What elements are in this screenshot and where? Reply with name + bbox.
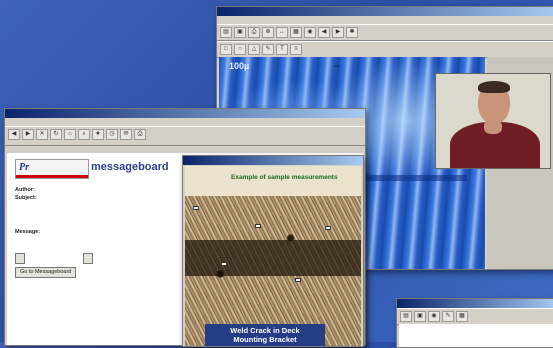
tool-icon[interactable]: ◉	[428, 311, 440, 322]
search-icon[interactable]: ⌕	[78, 129, 90, 140]
print-icon[interactable]: ⎙	[134, 129, 146, 140]
message-label: Message:	[15, 229, 41, 235]
photo-header-band	[185, 166, 361, 196]
tool-icon[interactable]: ▦	[456, 311, 468, 322]
arrow-left-icon[interactable]: ◀	[318, 27, 330, 38]
grid-icon[interactable]: ▦	[290, 27, 302, 38]
tool-icon[interactable]: ≡	[290, 44, 302, 55]
favorites-icon[interactable]: ★	[92, 129, 104, 140]
home-icon[interactable]: ⌂	[64, 129, 76, 140]
save-icon[interactable]: ▣	[234, 27, 246, 38]
measurement-label	[295, 278, 301, 282]
stop-icon[interactable]: ✕	[36, 129, 48, 140]
tool-icon[interactable]: T	[276, 44, 288, 55]
tool-icon[interactable]: □	[220, 44, 232, 55]
scale-label: 100µ	[229, 61, 250, 71]
reply-button[interactable]	[15, 253, 25, 264]
settings-icon[interactable]: ✱	[346, 27, 358, 38]
photo-window: Example of sample measurements Weld Crac…	[182, 155, 364, 347]
secondary-window: ▤ ▣ ◉ ✎ ▦	[396, 298, 553, 348]
tool-icon[interactable]: ○	[234, 44, 246, 55]
zoom-icon[interactable]: ⊕	[262, 27, 274, 38]
weld-caption-line-1: Weld Crack in Deck	[230, 326, 300, 335]
measurement-label	[255, 224, 261, 228]
video-person-hand	[484, 120, 502, 134]
secondary-toolbar: ▤ ▣ ◉ ✎ ▦	[397, 308, 553, 325]
photo-header: Example of sample measurements	[231, 174, 338, 181]
subject-field: Subject:	[15, 195, 37, 201]
browser-toolbar: ◀ ▶ ✕ ↻ ⌂ ⌕ ★ ◷ ✉ ⎙	[5, 126, 365, 146]
tool-icon[interactable]: ✎	[262, 44, 274, 55]
post-button[interactable]	[83, 253, 93, 264]
mail-icon[interactable]: ✉	[120, 129, 132, 140]
camera-icon[interactable]: ◉	[304, 27, 316, 38]
person-video-icon[interactable]	[435, 73, 551, 169]
browser-menubar[interactable]	[5, 118, 365, 126]
tool-icon[interactable]: △	[248, 44, 260, 55]
arrow-right-icon[interactable]: ▶	[332, 27, 344, 38]
secondary-titlebar[interactable]	[397, 299, 553, 308]
weld-caption-line-2: Mounting Bracket	[233, 335, 297, 344]
viewer-menubar[interactable]	[217, 16, 553, 24]
history-icon[interactable]: ◷	[106, 129, 118, 140]
weld-photo[interactable]: Example of sample measurements Weld Crac…	[185, 166, 361, 346]
back-icon[interactable]: ◀	[8, 129, 20, 140]
tool-icon[interactable]: ▣	[414, 311, 426, 322]
subject-label: Subject:	[15, 195, 37, 201]
message-body: Message:	[15, 229, 181, 236]
video-person-hair	[478, 81, 510, 93]
viewer-toolbar-2: □ ○ △ ✎ T ≡	[217, 41, 553, 58]
go-to-messageboard-button[interactable]: Go to Messageboard	[15, 267, 77, 278]
refresh-icon[interactable]: ↻	[50, 129, 62, 140]
viewer-toolbar: ▤ ▣ ⎙ ⊕ ↔ ▦ ◉ ◀ ▶ ✱	[217, 24, 553, 41]
measurement-label	[221, 262, 227, 266]
browser-titlebar[interactable]	[5, 109, 365, 118]
author-field: Author:	[15, 187, 35, 193]
tool-icon[interactable]: ✎	[442, 311, 454, 322]
brand-logo: Pr	[15, 159, 89, 179]
tool-icon[interactable]: ▤	[400, 311, 412, 322]
crack-band	[185, 240, 361, 276]
image-caption	[365, 175, 467, 181]
measurement-label	[325, 226, 331, 230]
logo-stripe	[16, 175, 88, 178]
measurement-tag	[334, 65, 340, 67]
author-label: Author:	[15, 187, 35, 193]
weld-caption: Weld Crack in Deck Mounting Bracket	[205, 324, 325, 346]
photo-titlebar[interactable]	[183, 156, 363, 165]
viewer-titlebar[interactable]	[217, 7, 553, 16]
page-title: messageboard	[91, 161, 169, 173]
open-icon[interactable]: ▤	[220, 27, 232, 38]
measurement-label	[193, 206, 199, 210]
secondary-content	[399, 324, 553, 347]
forward-icon[interactable]: ▶	[22, 129, 34, 140]
measure-icon[interactable]: ↔	[276, 27, 288, 38]
logo-mark: Pr	[19, 162, 29, 173]
print-icon[interactable]: ⎙	[248, 27, 260, 38]
